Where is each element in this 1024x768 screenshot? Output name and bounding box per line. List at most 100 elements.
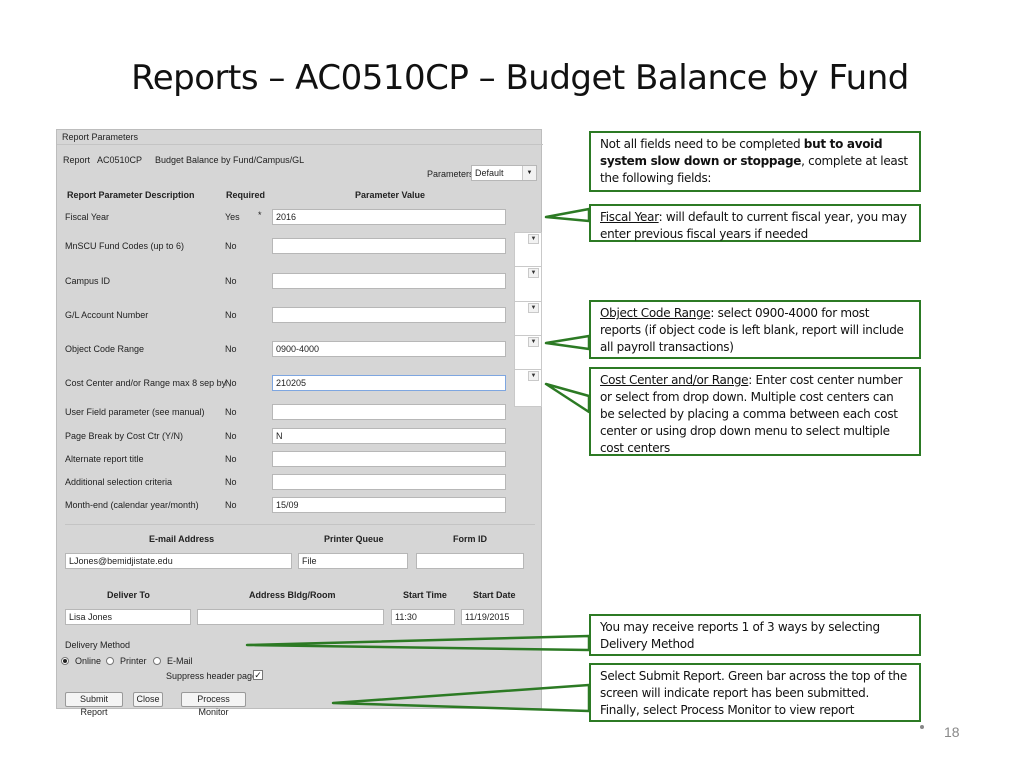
row-label: G/L Account Number <box>65 310 149 320</box>
row-required: No <box>225 407 237 417</box>
radio-online[interactable] <box>61 657 69 665</box>
row-required: Yes <box>225 212 240 222</box>
cost-center-input[interactable]: 210205 <box>272 375 506 391</box>
report-parameters-panel: Report Parameters Report AC0510CP Budget… <box>56 129 543 717</box>
email-input[interactable]: LJones@bemidjistate.edu <box>65 553 292 569</box>
header-divider <box>57 144 543 145</box>
submit-report-button[interactable]: Submit Report <box>65 692 123 717</box>
connector-cost-center <box>544 382 591 414</box>
row-label: Month-end (calendar year/month) <box>65 500 199 510</box>
page-break-input[interactable]: N <box>272 428 506 444</box>
row-required: No <box>225 378 237 388</box>
start-date-input[interactable]: 11/19/2015 <box>461 609 524 625</box>
row-label: Page Break by Cost Ctr (Y/N) <box>65 431 184 441</box>
radio-printer[interactable] <box>106 657 114 665</box>
page-bullet <box>920 725 924 729</box>
chevron-down-icon: ▼ <box>528 371 539 381</box>
alternate-title-input[interactable] <box>272 451 506 467</box>
chevron-down-icon: ▼ <box>528 303 539 313</box>
radio-email[interactable] <box>153 657 161 665</box>
chevron-down-icon: ▼ <box>528 268 539 278</box>
formid-header: Form ID <box>453 534 488 544</box>
suppress-header-checkbox[interactable]: ✓ <box>253 670 263 680</box>
address-input[interactable] <box>197 609 384 625</box>
fund-codes-lookup[interactable]: ▼ <box>514 232 542 270</box>
campus-id-lookup[interactable]: ▼ <box>514 266 542 304</box>
process-monitor-button[interactable]: Process Monitor <box>181 692 246 717</box>
chevron-down-icon: ▼ <box>528 234 539 244</box>
row-label: Cost Center and/or Range max 8 sep by , <box>65 378 232 388</box>
callout-fiscal-year: Fiscal Year: will default to current fis… <box>589 204 921 242</box>
row-required: No <box>225 310 237 320</box>
radio-online-label: Online <box>75 656 102 666</box>
radio-email-label: E-Mail <box>167 656 193 666</box>
callout-cost-center: Cost Center and/or Range: Enter cost cen… <box>589 367 921 456</box>
user-field-input[interactable] <box>272 404 506 420</box>
row-label: Campus ID <box>65 276 111 286</box>
start-time-input[interactable]: 11:30 <box>391 609 455 625</box>
connector-fiscal-year <box>544 207 591 223</box>
campus-id-input[interactable] <box>272 273 506 289</box>
page-number: 18 <box>944 724 960 740</box>
row-required: No <box>225 241 237 251</box>
row-required: No <box>225 276 237 286</box>
callout-submit-text: Select Submit Report. Green bar across t… <box>600 669 907 717</box>
gl-account-input[interactable] <box>272 307 506 323</box>
email-header: E-mail Address <box>149 534 215 544</box>
printer-queue-input[interactable]: File <box>298 553 408 569</box>
gl-account-lookup[interactable]: ▼ <box>514 301 542 339</box>
start-date-header: Start Date <box>473 590 516 600</box>
callout-delivery-method-text: You may receive reports 1 of 3 ways by s… <box>600 620 880 651</box>
address-header: Address Bldg/Room <box>249 590 336 600</box>
callout-delivery-method: You may receive reports 1 of 3 ways by s… <box>589 614 921 656</box>
slide-title: Reports – AC0510CP – Budget Balance by F… <box>131 58 909 98</box>
row-required: No <box>225 454 237 464</box>
parameters-value: Default <box>475 168 504 178</box>
report-name: Budget Balance by Fund/Campus/GL <box>155 155 305 165</box>
panel-header: Report Parameters <box>62 132 139 142</box>
required-marker: * <box>258 210 262 220</box>
callout-intro-text: Not all fields need to be completed <box>600 137 804 151</box>
report-label: Report <box>63 155 91 165</box>
suppress-header-label: Suppress header page <box>166 671 258 681</box>
parameters-select[interactable]: Default ▼ <box>471 165 537 181</box>
fiscal-year-input[interactable]: 2016 <box>272 209 506 225</box>
row-label: Alternate report title <box>65 454 144 464</box>
callout-object-code-term: Object Code Range <box>600 306 711 320</box>
start-time-header: Start Time <box>403 590 447 600</box>
radio-printer-label: Printer <box>120 656 147 666</box>
delivery-method-label: Delivery Method <box>65 640 131 650</box>
row-required: No <box>225 500 237 510</box>
parameters-label: Parameters <box>427 169 474 179</box>
object-code-range-input[interactable]: 0900-4000 <box>272 341 506 357</box>
col-required-header: Required <box>226 190 266 200</box>
callout-submit: Select Submit Report. Green bar across t… <box>589 663 921 722</box>
deliver-to-input[interactable]: Lisa Jones <box>65 609 191 625</box>
col-value-header: Parameter Value <box>355 190 426 200</box>
chevron-down-icon: ▼ <box>528 337 539 347</box>
report-id: AC0510CP <box>97 155 143 165</box>
connector-object-code <box>544 334 591 351</box>
callout-object-code: Object Code Range: select 0900-4000 for … <box>589 300 921 359</box>
form-id-input[interactable] <box>416 553 524 569</box>
object-code-lookup[interactable]: ▼ <box>514 335 542 373</box>
printer-header: Printer Queue <box>324 534 384 544</box>
callout-intro: Not all fields need to be completed but … <box>589 131 921 192</box>
additional-criteria-input[interactable] <box>272 474 506 490</box>
row-required: No <box>225 344 237 354</box>
row-required: No <box>225 431 237 441</box>
col-description-header: Report Parameter Description <box>67 190 195 200</box>
row-label: MnSCU Fund Codes (up to 6) <box>65 241 185 251</box>
section-divider <box>65 524 535 525</box>
row-label: User Field parameter (see manual) <box>65 407 205 417</box>
chevron-down-icon: ▼ <box>522 166 536 180</box>
fund-codes-input[interactable] <box>272 238 506 254</box>
row-label: Object Code Range <box>65 344 145 354</box>
row-label: Additional selection criteria <box>65 477 173 487</box>
row-required: No <box>225 477 237 487</box>
row-label: Fiscal Year <box>65 212 110 222</box>
cost-center-lookup[interactable]: ▼ <box>514 369 542 407</box>
close-button[interactable]: Close <box>133 692 163 707</box>
month-end-input[interactable]: 15/09 <box>272 497 506 513</box>
callout-cost-center-term: Cost Center and/or Range <box>600 373 749 387</box>
